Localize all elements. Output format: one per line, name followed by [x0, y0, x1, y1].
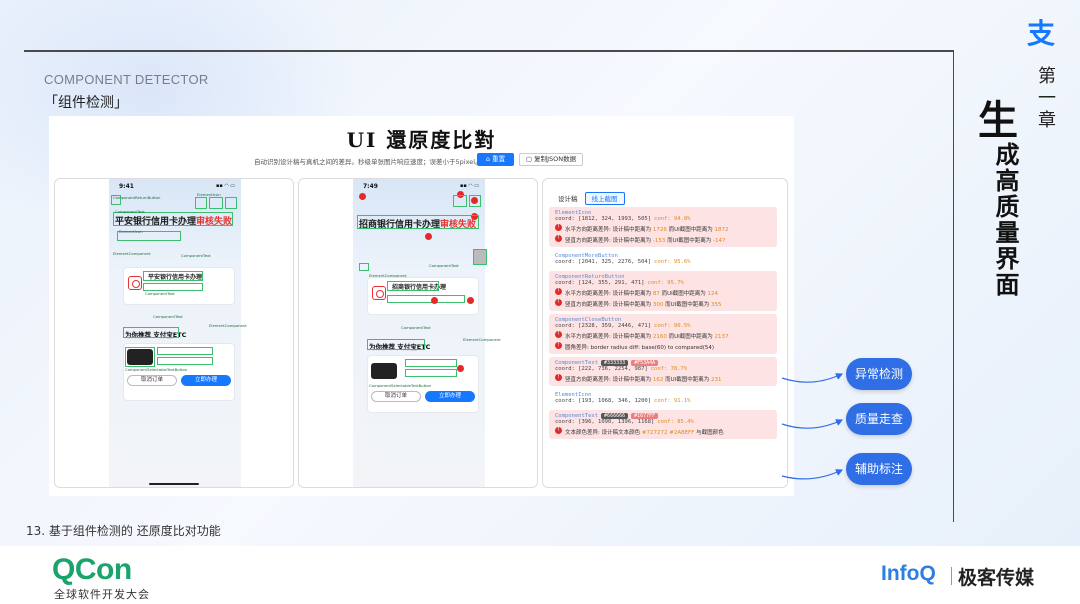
logo-divider: [951, 567, 952, 585]
callout-arrows: [781, 373, 844, 480]
figure-caption: 13. 基于组件检测的 还原度比对功能: [26, 524, 221, 538]
arrow-anomaly: [781, 373, 844, 383]
assist-annotation-bubble: 辅助标注: [846, 453, 912, 485]
anomaly-detection-bubble: 异常检测: [846, 358, 912, 390]
geek-media-logo: 极客传媒: [958, 567, 1035, 589]
infoq-logo: InfoQ: [881, 562, 936, 585]
slide: COMPONENT DETECTOR 「组件检测」 支 第一章 生 成高质量界面…: [0, 0, 1080, 604]
qcon-subtitle: 全球软件开发大会: [54, 588, 150, 601]
arrow-quality: [781, 419, 844, 429]
arrow-annotation: [781, 469, 844, 480]
quality-check-bubble: 质量走查: [846, 403, 912, 435]
qcon-logo: QCon: [52, 553, 132, 586]
